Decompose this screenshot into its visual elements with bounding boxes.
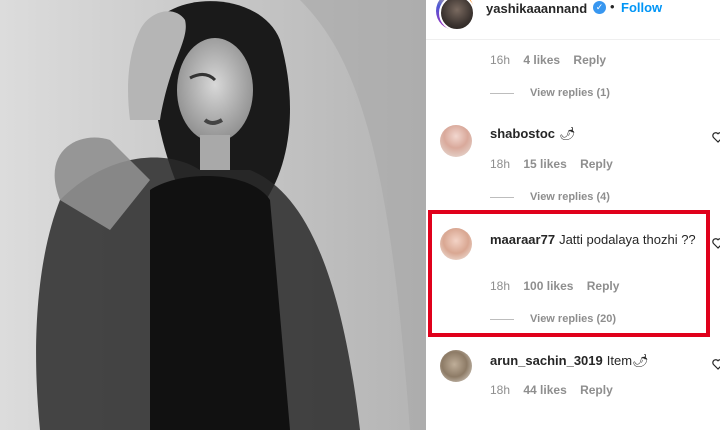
like-heart-icon[interactable]: [712, 237, 720, 249]
view-replies-label: View replies (20): [530, 313, 617, 325]
comment-text: maaraar77 Jatti podalaya thozhi ??: [490, 231, 710, 248]
view-replies-label: View replies (1): [530, 87, 610, 99]
comment-meta: 18h 100 likes Reply: [490, 279, 629, 293]
comment-avatar[interactable]: [440, 228, 472, 260]
comment-time: 16h: [490, 53, 511, 67]
comment-meta: 16h 4 likes Reply: [490, 53, 616, 67]
view-replies-button[interactable]: View replies (4): [490, 191, 610, 203]
comment-username[interactable]: maaraar77: [490, 232, 555, 247]
comment-avatar[interactable]: [440, 350, 472, 382]
comment-meta: 18h 44 likes Reply: [490, 383, 623, 397]
verified-badge-icon: ✓: [593, 1, 606, 14]
comment-body: Jatti podalaya thozhi ??: [559, 232, 696, 247]
comment-username[interactable]: shabostoc: [490, 126, 555, 141]
replies-dash: [490, 92, 514, 94]
reply-button[interactable]: Reply: [587, 279, 620, 293]
comment-likes[interactable]: 44 likes: [523, 383, 566, 397]
separator-dot: •: [610, 0, 615, 14]
comment-likes[interactable]: 100 likes: [523, 279, 573, 293]
follow-button[interactable]: Follow: [621, 0, 662, 15]
reply-button[interactable]: Reply: [580, 383, 613, 397]
comment-text: shabostoc 🌶: [490, 125, 710, 142]
comment-time: 18h: [490, 157, 511, 171]
comment-body: Item🌶: [606, 353, 649, 368]
comment-avatar[interactable]: [440, 125, 472, 157]
comment-username[interactable]: arun_sachin_3019: [490, 353, 603, 368]
post-header: yashikaaannand ✓ • Follow: [426, 0, 720, 40]
replies-dash: [490, 318, 514, 320]
reply-button[interactable]: Reply: [580, 157, 613, 171]
replies-dash: [490, 196, 514, 198]
comment-time: 18h: [490, 383, 511, 397]
author-username[interactable]: yashikaaannand: [486, 1, 587, 16]
comment-time: 18h: [490, 279, 511, 293]
view-replies-label: View replies (4): [530, 191, 610, 203]
view-replies-button[interactable]: View replies (1): [490, 87, 610, 99]
photo-illustration: [0, 0, 426, 430]
comment-body: 🌶: [559, 126, 576, 141]
post-photo[interactable]: [0, 0, 426, 430]
comments-panel: yashikaaannand ✓ • Follow 16h 4 likes Re…: [426, 0, 720, 430]
comment-text: arun_sachin_3019 Item🌶: [490, 352, 710, 369]
comment-meta: 18h 15 likes Reply: [490, 157, 623, 171]
like-heart-icon[interactable]: [712, 131, 720, 143]
reply-button[interactable]: Reply: [573, 53, 606, 67]
view-replies-button[interactable]: View replies (20): [490, 313, 616, 325]
like-heart-icon[interactable]: [712, 358, 720, 370]
comment-likes[interactable]: 15 likes: [523, 157, 566, 171]
author-avatar[interactable]: [436, 0, 475, 31]
comment-likes[interactable]: 4 likes: [523, 53, 560, 67]
